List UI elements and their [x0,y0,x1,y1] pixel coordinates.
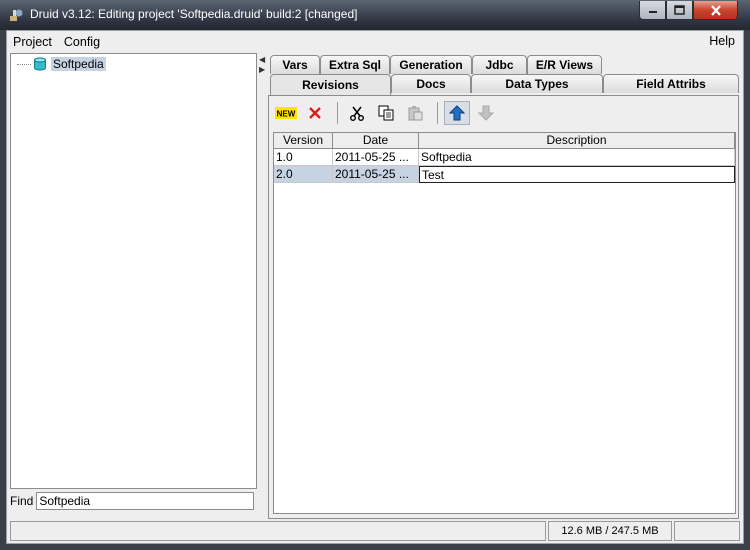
main-window: Project Config Help Softpedia Find ◀ ▶ V… [6,30,744,544]
column-header-date[interactable]: Date [333,133,419,148]
collapse-left-icon[interactable]: ◀ [259,55,265,64]
cut-icon [350,106,364,121]
maximize-button[interactable] [666,1,693,20]
tab-jdbc[interactable]: Jdbc [472,55,527,74]
title-bar: Druid v3.12: Editing project 'Softpedia.… [0,0,750,30]
delete-revision-button[interactable] [302,101,328,125]
revisions-table[interactable]: Version Date Description 1.0 2011-05-25 … [273,132,736,514]
tab-generation[interactable]: Generation [390,55,472,74]
minimize-button[interactable] [639,1,666,20]
new-icon: NEW [275,107,297,119]
table-row-selected[interactable]: 2.0 2011-05-25 ... Test [274,166,735,183]
status-message [10,521,546,541]
column-header-description[interactable]: Description [419,133,735,148]
find-input[interactable] [36,492,255,510]
menu-bar: Project Config Help [7,31,743,53]
toolbar-separator [337,102,338,124]
paste-icon [408,106,423,121]
table-header: Version Date Description [274,133,735,149]
revisions-toolbar: NEW [273,100,502,126]
tab-vars[interactable]: Vars [270,55,320,74]
tab-er-views[interactable]: E/R Views [527,55,602,74]
split-pane-divider[interactable]: ◀ ▶ [258,53,266,519]
cell-date[interactable]: 2011-05-25 ... [333,166,419,183]
expand-right-icon[interactable]: ▶ [259,65,265,74]
close-button[interactable] [693,1,738,20]
menu-config[interactable]: Config [58,35,106,49]
delete-icon [309,107,321,119]
database-icon [34,57,46,71]
menu-project[interactable]: Project [7,35,58,49]
cell-description-editor[interactable]: Test [419,166,735,183]
cell-version[interactable]: 1.0 [274,149,333,166]
close-icon [710,4,721,16]
new-icon-label: NEW [277,110,296,119]
status-extra [674,521,740,541]
druid-app-icon [10,9,23,21]
arrow-up-icon [449,105,465,121]
tab-field-attribs[interactable]: Field Attribs [603,74,739,93]
minimize-icon [648,11,657,13]
cell-version[interactable]: 2.0 [274,166,333,183]
revisions-panel: NEW Version Date Description 1.0 2011-05… [268,95,739,519]
new-revision-button[interactable]: NEW [273,101,299,125]
move-up-button[interactable] [444,101,470,125]
column-header-version[interactable]: Version [274,133,333,148]
toolbar-separator [437,102,438,124]
project-tabs: Vars Extra Sql Generation Jdbc E/R Views… [266,53,741,519]
tree-node-label: Softpedia [51,57,106,71]
memory-usage[interactable]: 12.6 MB / 247.5 MB [548,521,672,541]
copy-button[interactable] [373,101,399,125]
tree-connector-line [17,63,31,65]
find-label: Find [10,494,34,508]
move-down-button[interactable] [473,101,499,125]
project-tree[interactable]: Softpedia [10,53,257,489]
tab-revisions[interactable]: Revisions [270,74,391,95]
paste-button[interactable] [402,101,428,125]
menu-help[interactable]: Help [709,34,735,48]
copy-icon [378,105,394,121]
cut-button[interactable] [344,101,370,125]
cell-description[interactable]: Softpedia [419,149,735,166]
tab-extra-sql[interactable]: Extra Sql [320,55,390,74]
status-bar: 12.6 MB / 247.5 MB [10,519,740,541]
find-row: Find [10,492,255,510]
maximize-icon [674,5,685,15]
window-title: Druid v3.12: Editing project 'Softpedia.… [30,7,358,21]
tab-docs[interactable]: Docs [391,74,471,93]
arrow-down-icon [478,105,494,121]
tree-node-root[interactable]: Softpedia [17,57,106,71]
tab-data-types[interactable]: Data Types [471,74,603,93]
table-row[interactable]: 1.0 2011-05-25 ... Softpedia [274,149,735,166]
cell-date[interactable]: 2011-05-25 ... [333,149,419,166]
